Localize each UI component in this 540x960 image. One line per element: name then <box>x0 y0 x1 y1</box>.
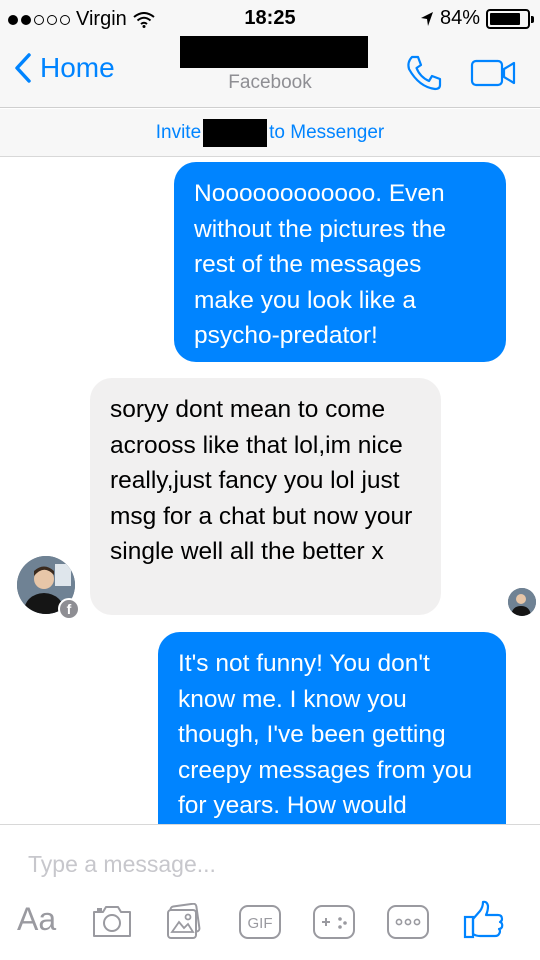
gif-label: GIF <box>248 915 273 932</box>
message-composer: Aa GIF <box>0 824 540 960</box>
thumbs-up-icon <box>463 900 504 939</box>
composer-toolbar: Aa GIF <box>0 897 540 953</box>
battery-icon <box>486 8 534 29</box>
contact-subtitle: Facebook <box>228 72 312 93</box>
gallery-button[interactable] <box>164 902 204 946</box>
invite-name-redacted <box>203 118 268 147</box>
outgoing-message[interactable]: Noooooooooooo. Even without the pictures… <box>174 162 506 362</box>
message-input[interactable] <box>28 847 508 881</box>
incoming-message[interactable]: soryy dont mean to come acrooss like tha… <box>90 378 441 615</box>
text-style-button[interactable]: Aa <box>17 901 56 938</box>
voice-call-button[interactable] <box>404 54 444 97</box>
location-arrow-icon <box>420 11 433 26</box>
invite-prefix: Invite <box>155 121 202 143</box>
games-icon <box>313 905 355 939</box>
status-bar: Virgin 18:25 84% <box>0 0 540 36</box>
phone-icon <box>407 55 442 91</box>
outgoing-message[interactable]: It's not funny! You don't know me. I kno… <box>158 632 506 832</box>
gif-icon: GIF <box>239 905 281 939</box>
contact-name-redacted[interactable] <box>180 36 368 68</box>
more-icon <box>387 905 429 939</box>
facebook-badge-icon: f <box>58 598 80 620</box>
camera-button[interactable] <box>90 903 134 944</box>
video-call-button[interactable] <box>470 58 518 93</box>
seen-receipt-avatar <box>508 588 536 616</box>
games-button[interactable] <box>312 903 356 946</box>
gallery-icon <box>167 902 201 939</box>
conversation-header: Home Facebook <box>0 36 540 108</box>
video-camera-icon <box>470 59 516 87</box>
battery-fill <box>490 12 521 25</box>
more-button[interactable] <box>386 903 430 946</box>
invite-banner[interactable]: Invite to Messenger <box>0 109 540 157</box>
like-button[interactable] <box>462 899 506 946</box>
camera-icon <box>93 906 131 937</box>
person-photo-icon <box>508 588 536 616</box>
battery-percent: 84% <box>439 7 480 29</box>
invite-suffix: to Messenger <box>269 121 385 143</box>
gif-button[interactable]: GIF <box>238 903 282 946</box>
status-right: 84% <box>420 7 534 30</box>
